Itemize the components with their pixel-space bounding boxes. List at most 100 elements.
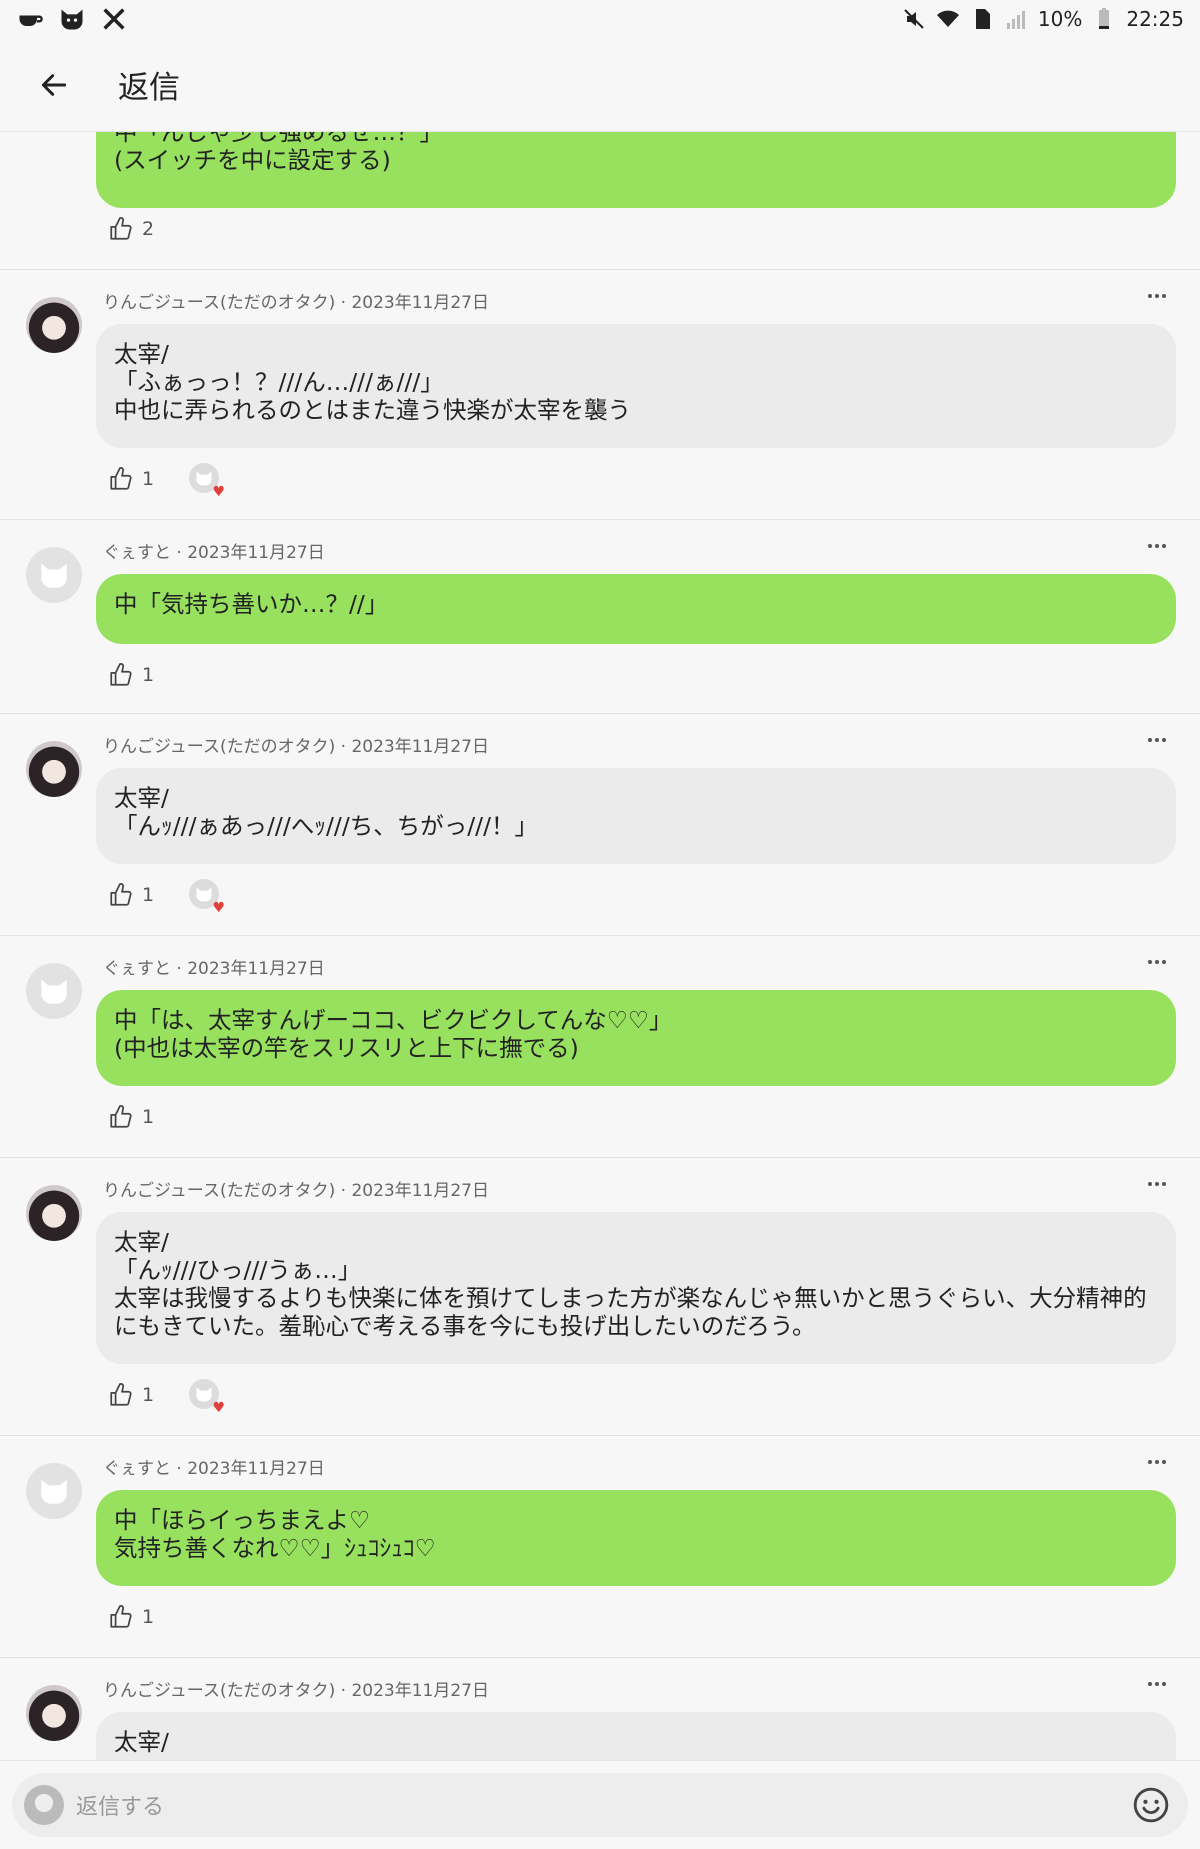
author-name[interactable]: りんごジュース(ただのオタク) bbox=[103, 293, 335, 313]
like-count: 1 bbox=[142, 1106, 155, 1128]
author-name[interactable]: りんごジュース(ただのオタク) bbox=[103, 1681, 335, 1701]
like-button[interactable]: 1 bbox=[108, 1382, 154, 1408]
mute-icon bbox=[904, 9, 924, 29]
cup-icon bbox=[19, 15, 43, 26]
message-bubble: 中「ほらイっちまえよ♡ 気持ち善くなれ♡♡」ｼｭｺｼｭｺ♡ bbox=[96, 1490, 1176, 1586]
like-count: 1 bbox=[142, 1606, 155, 1628]
post-date: 2023年11月27日 bbox=[351, 1681, 489, 1701]
message-bubble: 太宰/ 「んｯ///ぁあっ///へｯ///ち、ちがっ///！」 bbox=[96, 768, 1176, 864]
more-dots-icon bbox=[1148, 738, 1166, 742]
post-date: 2023年11月27日 bbox=[187, 543, 325, 563]
message-bubble: 中「は、太宰すんげーココ、ビクビクしてんな♡♡」 (中也は太宰の竿をスリスリと上… bbox=[96, 990, 1176, 1086]
heart-icon: ♥ bbox=[212, 900, 225, 916]
more-dots-icon bbox=[1148, 544, 1166, 548]
app-header: 返信 bbox=[0, 38, 1200, 132]
clock: 22:25 bbox=[1126, 7, 1184, 31]
emoji-icon[interactable] bbox=[1132, 1786, 1170, 1824]
thumbs-up-icon bbox=[110, 1605, 132, 1628]
like-button[interactable]: 1 bbox=[108, 1104, 154, 1130]
post-meta: ぐぇすと · 2023年11月27日 bbox=[103, 1459, 325, 1479]
post: りんごジュース(ただのオタク) · 2023年11月27日 太宰/ 「ふぁっっ！… bbox=[0, 270, 1200, 520]
avatar[interactable] bbox=[26, 963, 82, 1019]
reply-placeholder: 返信する bbox=[76, 1795, 165, 1820]
avatar[interactable] bbox=[26, 1463, 82, 1519]
cat-icon bbox=[61, 9, 83, 30]
tools-icon bbox=[103, 8, 125, 30]
more-button[interactable] bbox=[1140, 730, 1174, 750]
more-button[interactable] bbox=[1140, 1674, 1174, 1694]
page-title: 返信 bbox=[118, 70, 180, 106]
more-dots-icon bbox=[1148, 294, 1166, 298]
more-button[interactable] bbox=[1140, 536, 1174, 556]
thumbs-up-icon bbox=[110, 1383, 132, 1406]
post-date: 2023年11月27日 bbox=[187, 1459, 325, 1479]
wifi-icon bbox=[936, 10, 959, 27]
post-meta: りんごジュース(ただのオタク) · 2023年11月27日 bbox=[103, 293, 489, 313]
reply-input[interactable]: 返信する bbox=[12, 1773, 1188, 1837]
thumbs-up-icon bbox=[110, 1105, 132, 1128]
post: りんごジュース(ただのオタク) · 2023年11月27日 太宰/ 「んｯ///… bbox=[0, 714, 1200, 936]
post-meta: ぐぇすと · 2023年11月27日 bbox=[103, 543, 325, 563]
more-dots-icon bbox=[1148, 1682, 1166, 1686]
like-count: 1 bbox=[142, 884, 155, 906]
post-meta: りんごジュース(ただのオタク) · 2023年11月27日 bbox=[103, 1181, 489, 1201]
thumbs-up-icon bbox=[110, 217, 132, 240]
back-button[interactable] bbox=[26, 57, 82, 113]
post: ぐぇすと · 2023年11月27日 中「ほらイっちまえよ♡ 気持ち善くなれ♡♡… bbox=[0, 1436, 1200, 1658]
post-date: 2023年11月27日 bbox=[351, 293, 489, 313]
message-bubble: 中「んじゃ少し強めるぜ…？」 (スイッチを中に設定する) bbox=[96, 132, 1176, 208]
author-name[interactable]: ぐぇすと bbox=[103, 959, 171, 979]
my-avatar bbox=[24, 1785, 64, 1825]
like-button[interactable]: 2 bbox=[108, 216, 154, 242]
like-button[interactable]: 1 bbox=[108, 882, 154, 908]
post: ぐぇすと · 2023年11月27日 中「は、太宰すんげーココ、ビクビクしてんな… bbox=[0, 936, 1200, 1158]
signal-icon bbox=[1006, 11, 1025, 29]
cat-face-icon bbox=[196, 471, 212, 486]
post-meta: ぐぇすと · 2023年11月27日 bbox=[103, 959, 325, 979]
like-count: 1 bbox=[142, 664, 155, 686]
author-name[interactable]: ぐぇすと bbox=[103, 543, 171, 563]
author-name[interactable]: りんごジュース(ただのオタク) bbox=[103, 737, 335, 757]
guest-cat-icon bbox=[41, 1479, 67, 1504]
more-dots-icon bbox=[1148, 1182, 1166, 1186]
battery-icon bbox=[1099, 8, 1110, 29]
more-button[interactable] bbox=[1140, 952, 1174, 972]
message-bubble: 太宰/ bbox=[96, 1712, 1176, 1760]
post: 中「んじゃ少し強めるぜ…？」 (スイッチを中に設定する) 2 bbox=[0, 132, 1200, 270]
cat-face-icon bbox=[196, 887, 212, 902]
author-name[interactable]: りんごジュース(ただのオタク) bbox=[103, 1181, 335, 1201]
more-button[interactable] bbox=[1140, 286, 1174, 306]
message-bubble: 太宰/ 「ふぁっっ！？///ん…///ぁ///」 中也に弄られるのとはまた違う快… bbox=[96, 324, 1176, 448]
post: りんごジュース(ただのオタク) · 2023年11月27日 太宰/ bbox=[0, 1658, 1200, 1760]
post-meta: りんごジュース(ただのオタク) · 2023年11月27日 bbox=[103, 737, 489, 757]
post: りんごジュース(ただのオタク) · 2023年11月27日 太宰/ 「んｯ///… bbox=[0, 1158, 1200, 1436]
post-date: 2023年11月27日 bbox=[187, 959, 325, 979]
status-bar: 10% 22:25 bbox=[0, 0, 1200, 38]
like-button[interactable]: 1 bbox=[108, 1604, 154, 1630]
post-date: 2023年11月27日 bbox=[351, 1181, 489, 1201]
reply-thread[interactable]: 中「んじゃ少し強めるぜ…？」 (スイッチを中に設定する) 2 りんごジュース(た… bbox=[0, 132, 1200, 1760]
like-count: 2 bbox=[142, 218, 155, 240]
avatar[interactable] bbox=[26, 1685, 82, 1741]
avatar[interactable] bbox=[26, 1185, 82, 1241]
like-button[interactable]: 1 bbox=[108, 662, 154, 688]
avatar[interactable] bbox=[26, 741, 82, 797]
like-count: 1 bbox=[142, 468, 155, 490]
guest-cat-icon bbox=[41, 563, 67, 588]
post-meta: りんごジュース(ただのオタク) · 2023年11月27日 bbox=[103, 1681, 489, 1701]
avatar[interactable] bbox=[26, 547, 82, 603]
thumbs-up-icon bbox=[110, 883, 132, 906]
author-name[interactable]: ぐぇすと bbox=[103, 1459, 171, 1479]
avatar[interactable] bbox=[26, 297, 82, 353]
like-button[interactable]: 1 bbox=[108, 466, 154, 492]
cat-face-icon bbox=[196, 1387, 212, 1402]
more-button[interactable] bbox=[1140, 1174, 1174, 1194]
guest-cat-icon bbox=[41, 979, 67, 1004]
battery-percent: 10% bbox=[1037, 7, 1083, 31]
thumbs-up-icon bbox=[110, 663, 132, 686]
reply-bar: 返信する bbox=[0, 1760, 1200, 1849]
reaction-avatar: ♥ bbox=[189, 879, 225, 915]
heart-icon: ♥ bbox=[212, 1400, 225, 1416]
more-dots-icon bbox=[1148, 1460, 1166, 1464]
more-button[interactable] bbox=[1140, 1452, 1174, 1472]
